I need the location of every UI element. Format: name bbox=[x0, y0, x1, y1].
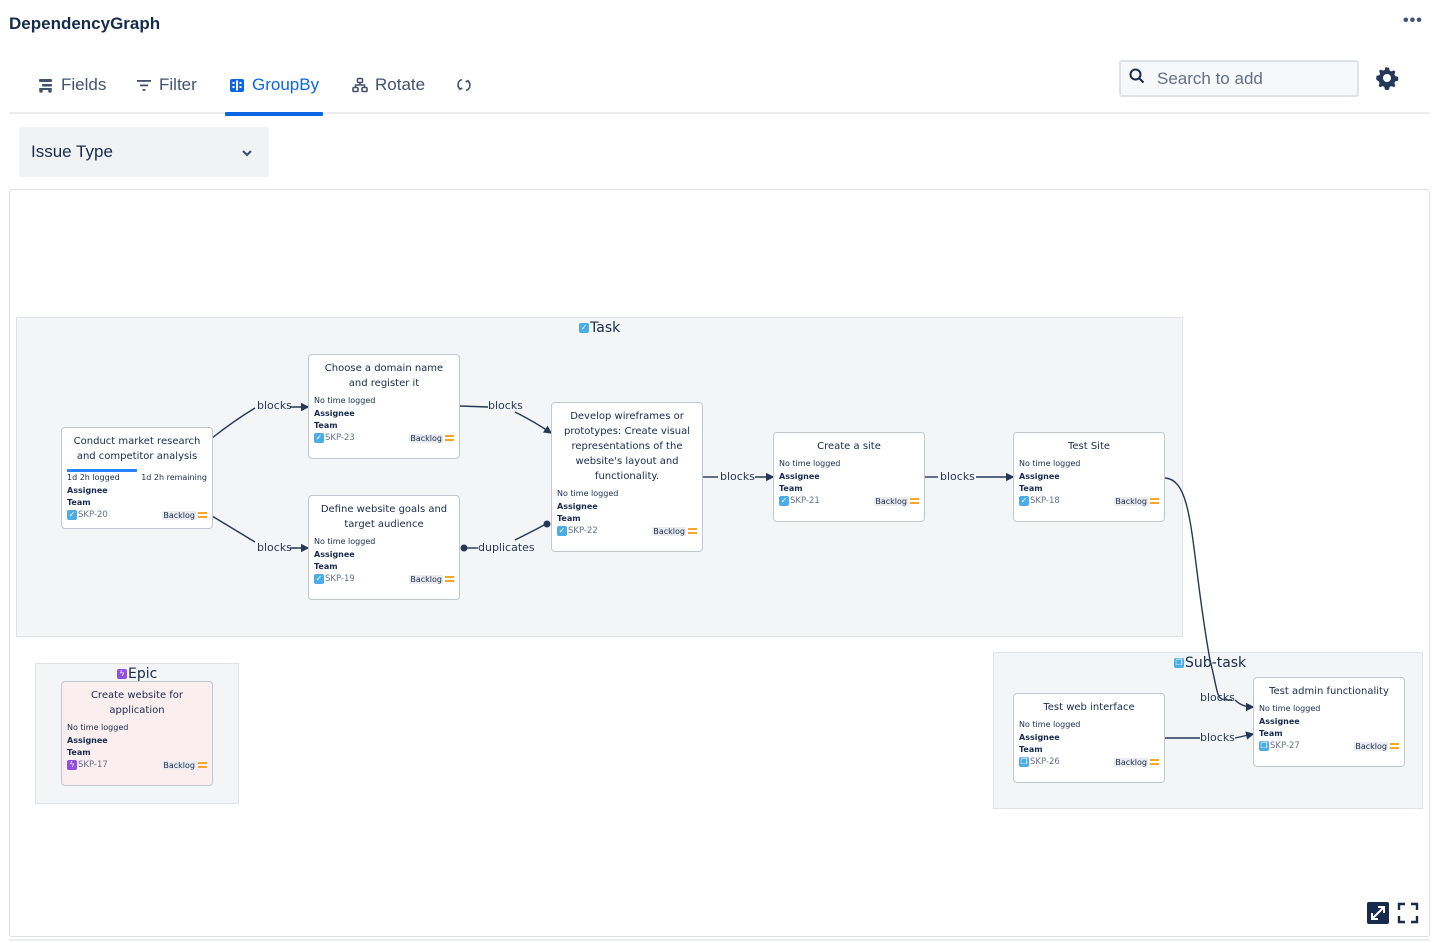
groupby-icon bbox=[229, 77, 245, 93]
subtask-icon: ❐ bbox=[1259, 741, 1269, 751]
more-actions-button[interactable]: ••• bbox=[1403, 12, 1423, 30]
subtask-icon: ❐ bbox=[1019, 757, 1029, 767]
tab-label: Rotate bbox=[375, 75, 426, 94]
priority-medium-icon bbox=[198, 512, 207, 518]
issue-card-skp-21[interactable]: Create a site No time logged Assignee Te… bbox=[773, 432, 925, 522]
groupby-select[interactable]: Issue Type bbox=[19, 127, 269, 177]
tab-label: Filter bbox=[159, 75, 197, 94]
groupby-value: Issue Type bbox=[31, 142, 113, 161]
status-badge: Backlog bbox=[162, 510, 196, 520]
tab-fields[interactable]: Fields bbox=[38, 56, 106, 114]
priority-medium-icon bbox=[1150, 759, 1159, 765]
fullscreen-icon bbox=[1397, 902, 1419, 928]
tab-groupby[interactable]: GroupBy bbox=[224, 56, 324, 116]
priority-medium-icon bbox=[445, 576, 454, 582]
canvas-controls bbox=[1367, 902, 1419, 929]
issue-card-skp-17[interactable]: Create website for application No time l… bbox=[61, 681, 213, 786]
edge-label: blocks bbox=[257, 541, 292, 554]
toolbar: Fields Filter GroupBy Rotate bbox=[9, 56, 1430, 116]
graph-canvas[interactable]: ✓ Task ϟ Epic ❐ Sub-task blocks blocks b… bbox=[9, 189, 1430, 937]
edge-label: duplicates bbox=[478, 541, 535, 554]
task-icon: ✓ bbox=[779, 496, 789, 506]
subtask-icon: ❐ bbox=[1174, 658, 1184, 668]
search-input[interactable] bbox=[1157, 68, 1347, 89]
rotate-icon bbox=[352, 77, 368, 93]
status-badge: Backlog bbox=[652, 526, 686, 536]
task-icon: ✓ bbox=[579, 323, 589, 333]
status-badge: Backlog bbox=[874, 496, 908, 506]
task-icon: ✓ bbox=[557, 526, 567, 536]
edge-label: blocks bbox=[1200, 731, 1235, 744]
group-label: ❐ Sub-task bbox=[1174, 655, 1247, 671]
status-badge: Backlog bbox=[409, 574, 443, 584]
task-icon: ✓ bbox=[314, 433, 324, 443]
issue-card-skp-18[interactable]: Test Site No time logged Assignee Team ✓… bbox=[1013, 432, 1165, 522]
task-icon: ✓ bbox=[1019, 496, 1029, 506]
task-icon: ✓ bbox=[67, 510, 77, 520]
tab-filter[interactable]: Filter bbox=[136, 56, 197, 114]
divider bbox=[9, 939, 1430, 941]
fit-to-view-button[interactable] bbox=[1367, 902, 1389, 929]
expand-arrows-icon bbox=[1367, 902, 1389, 928]
edge-label: blocks bbox=[940, 470, 975, 483]
status-badge: Backlog bbox=[1354, 741, 1388, 751]
progress-bar bbox=[67, 469, 137, 472]
priority-medium-icon bbox=[1150, 498, 1159, 504]
time-tracking: 1d 2h logged 1d 2h remaining bbox=[67, 469, 207, 482]
group-label: ✓ Task bbox=[579, 320, 621, 336]
status-badge: Backlog bbox=[1114, 757, 1148, 767]
priority-medium-icon bbox=[198, 762, 207, 768]
priority-medium-icon bbox=[688, 528, 697, 534]
issue-card-skp-27[interactable]: Test admin functionality No time logged … bbox=[1253, 677, 1405, 767]
settings-button[interactable] bbox=[1375, 66, 1399, 95]
search-icon bbox=[1129, 68, 1145, 89]
chevron-down-icon bbox=[241, 142, 253, 162]
issue-card-skp-19[interactable]: Define website goals and target audience… bbox=[308, 495, 460, 600]
fields-icon bbox=[38, 77, 54, 93]
status-badge: Backlog bbox=[162, 760, 196, 770]
epic-icon: ϟ bbox=[117, 669, 127, 679]
group-label: ϟ Epic bbox=[117, 666, 157, 682]
filter-icon bbox=[136, 77, 152, 93]
issue-card-skp-23[interactable]: Choose a domain name and register it No … bbox=[308, 354, 460, 459]
refresh-icon bbox=[456, 77, 472, 93]
issue-card-skp-22[interactable]: Develop wireframes or prototypes: Create… bbox=[551, 402, 703, 552]
issue-card-skp-26[interactable]: Test web interface No time logged Assign… bbox=[1013, 693, 1165, 783]
priority-medium-icon bbox=[1390, 743, 1399, 749]
status-badge: Backlog bbox=[409, 433, 443, 443]
tab-rotate[interactable]: Rotate bbox=[352, 56, 425, 114]
epic-icon: ϟ bbox=[67, 760, 77, 770]
refresh-button[interactable] bbox=[456, 56, 472, 114]
tab-label: GroupBy bbox=[252, 75, 320, 94]
status-badge: Backlog bbox=[1114, 496, 1148, 506]
priority-medium-icon bbox=[910, 498, 919, 504]
tab-label: Fields bbox=[61, 75, 107, 94]
issue-card-skp-20[interactable]: Conduct market research and competitor a… bbox=[61, 427, 213, 529]
task-icon: ✓ bbox=[314, 574, 324, 584]
edge-label: blocks bbox=[488, 399, 523, 412]
priority-medium-icon bbox=[445, 435, 454, 441]
edge-label: blocks bbox=[1200, 691, 1235, 704]
edge-label: blocks bbox=[720, 470, 755, 483]
fullscreen-button[interactable] bbox=[1397, 902, 1419, 929]
app-title: DependencyGraph bbox=[9, 14, 161, 33]
gear-icon bbox=[1375, 67, 1399, 94]
search-field[interactable] bbox=[1119, 60, 1359, 97]
edge-label: blocks bbox=[257, 399, 292, 412]
